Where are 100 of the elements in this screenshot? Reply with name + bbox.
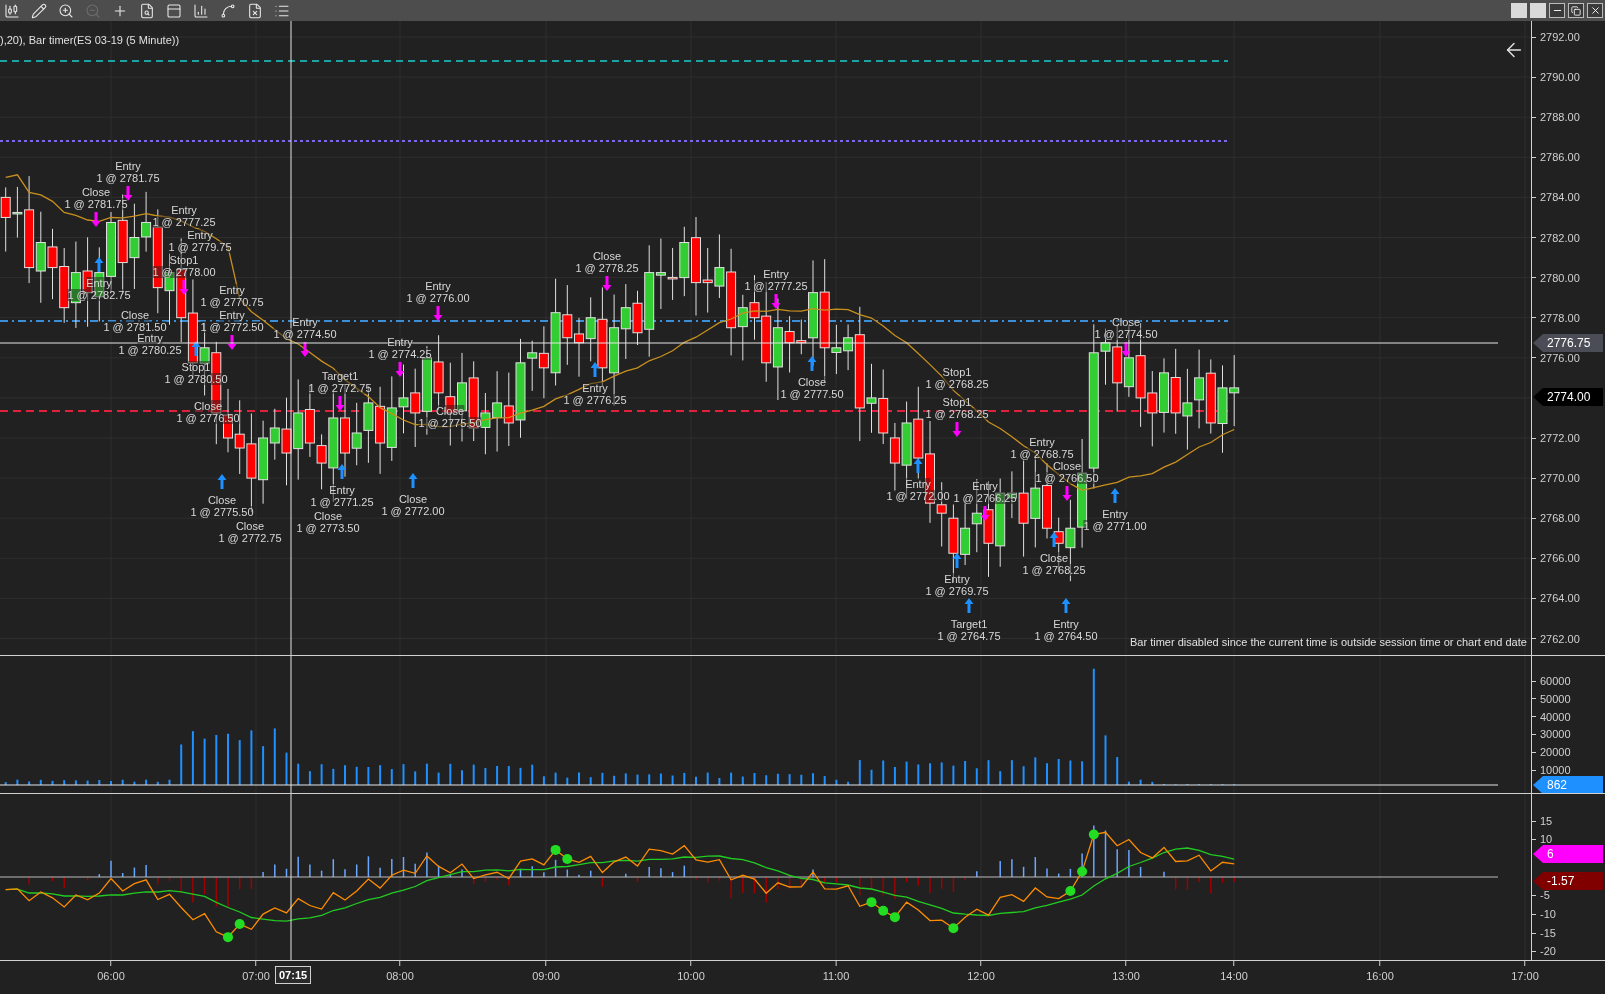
order-name: Close	[1111, 316, 1141, 328]
order-name: Close	[235, 520, 265, 532]
order-name: Entry	[972, 480, 998, 492]
order-price: 1 @ 2777.25	[744, 280, 808, 292]
order-price: 1 @ 2779.75	[168, 241, 232, 253]
order-name: Entry	[292, 316, 318, 328]
order-price: 1 @ 2764.75	[937, 630, 1001, 642]
order-name: Close	[435, 405, 465, 417]
order-name: Target1	[321, 370, 359, 382]
volume-axis-label: 10000	[1540, 763, 1571, 777]
price-marker: 2776.75	[1533, 334, 1603, 352]
order-price: 1 @ 2774.50	[1094, 328, 1158, 340]
order-name: Entry	[171, 204, 197, 216]
volume-axis-label: 60000	[1540, 674, 1571, 688]
order-price: 1 @ 2766.25	[953, 492, 1017, 504]
order-price: 1 @ 2775.50	[190, 506, 254, 518]
price-marker: 2774.00	[1533, 388, 1603, 406]
order-price: 1 @ 2772.75	[218, 532, 282, 544]
order-name: Close	[207, 494, 237, 506]
order-price: 1 @ 2771.25	[310, 496, 374, 508]
order-name: Entry	[1053, 618, 1079, 630]
order-name: Entry	[329, 484, 355, 496]
price-axis-label: 2766.00	[1540, 551, 1580, 566]
price-axis-label: 2784.00	[1540, 190, 1580, 205]
order-price: 1 @ 2772.50	[200, 321, 264, 333]
order-price: 1 @ 2774.50	[273, 328, 337, 340]
order-price: 1 @ 2781.75	[64, 198, 128, 210]
order-name: Close	[797, 376, 827, 388]
oscillator-marker: -1.57	[1533, 872, 1603, 890]
price-axis-label: 2762.00	[1540, 631, 1580, 646]
time-axis-label: 09:00	[532, 969, 560, 983]
order-price: 1 @ 2768.25	[925, 408, 989, 420]
time-axis-label: 14:00	[1220, 969, 1248, 983]
time-axis-label: 06:00	[97, 969, 125, 983]
oscillator-axis-label: 10	[1540, 832, 1553, 846]
order-name: Entry	[219, 309, 245, 321]
time-axis-label: 12:00	[967, 969, 995, 983]
order-name: Entry	[387, 336, 413, 348]
order-name: Target1	[950, 618, 988, 630]
price-axis-label: 2788.00	[1540, 110, 1580, 125]
order-name: Entry	[187, 229, 213, 241]
order-name: Close	[398, 493, 428, 505]
order-price: 1 @ 2768.75	[1010, 448, 1074, 460]
order-price: 1 @ 2777.25	[152, 216, 216, 228]
order-name: Entry	[137, 332, 163, 344]
order-name: Stop1	[942, 366, 972, 378]
price-axis-label: 2782.00	[1540, 230, 1580, 245]
time-axis-label: 16:00	[1366, 969, 1394, 983]
order-price: 1 @ 2775.50	[418, 417, 482, 429]
oscillator-axis-label: -10	[1540, 907, 1556, 921]
order-name: Close	[313, 510, 343, 522]
price-axis-label: 2768.00	[1540, 511, 1580, 526]
order-price: 1 @ 2776.25	[563, 394, 627, 406]
order-price: 1 @ 2776.50	[176, 412, 240, 424]
order-name: Entry	[763, 268, 789, 280]
price-axis-label: 2792.00	[1540, 30, 1580, 44]
order-name: Stop1	[942, 396, 972, 408]
order-name: Entry	[219, 284, 245, 296]
order-price: 1 @ 2781.75	[96, 172, 160, 184]
order-price: 1 @ 2772.75	[308, 382, 372, 394]
order-name: Stop1	[169, 254, 199, 266]
price-axis-label: 2778.00	[1540, 310, 1580, 325]
price-axis-label: 2776.00	[1540, 350, 1580, 365]
price-axis-label: 2786.00	[1540, 150, 1580, 165]
time-axis-label: 11:00	[822, 969, 850, 983]
chart-title: ),20), Bar timer(ES 03-19 (5 Minute))	[0, 33, 180, 48]
order-name: Entry	[115, 160, 141, 172]
order-name: Entry	[1102, 508, 1128, 520]
order-price: 1 @ 2772.00	[381, 505, 445, 517]
oscillator-axis-label: -20	[1540, 944, 1556, 958]
price-axis-label: 2764.00	[1540, 591, 1580, 606]
order-name: Close	[1052, 460, 1082, 472]
order-price: 1 @ 2769.75	[925, 585, 989, 597]
order-name: Entry	[582, 382, 608, 394]
time-axis-label: 10:00	[677, 969, 705, 983]
order-name: Entry	[425, 280, 451, 292]
time-axis-label: 08:00	[386, 969, 414, 983]
volume-axis-label: 50000	[1540, 691, 1571, 706]
order-price: 1 @ 2768.25	[925, 378, 989, 390]
oscillator-axis-label: -15	[1540, 926, 1556, 940]
order-price: 1 @ 2781.50	[103, 321, 167, 333]
order-name: Close	[1039, 552, 1069, 564]
order-price: 1 @ 2782.75	[67, 289, 131, 301]
crosshair-time-label: 07:15	[275, 966, 312, 984]
order-price: 1 @ 2776.00	[406, 292, 470, 304]
time-axis-label: 13:00	[1112, 969, 1140, 983]
bar-timer-message: Bar timer disabled since the current time is outside session time or chart end date	[1130, 635, 1527, 650]
order-price: 1 @ 2771.00	[1083, 520, 1147, 532]
volume-marker: 862	[1533, 776, 1603, 794]
oscillator-marker: 6	[1533, 845, 1603, 863]
oscillator-axis-label: -5	[1540, 888, 1550, 902]
order-price: 1 @ 2773.50	[296, 522, 360, 534]
order-name: Entry	[1029, 436, 1055, 448]
order-name: Stop1	[181, 361, 211, 373]
order-price: 1 @ 2774.25	[368, 348, 432, 360]
order-price: 1 @ 2780.25	[118, 344, 182, 356]
order-price: 1 @ 2777.50	[780, 388, 844, 400]
time-axis-label: 07:00	[242, 969, 270, 983]
order-price: 1 @ 2764.50	[1034, 630, 1098, 642]
volume-axis-label: 40000	[1540, 709, 1571, 724]
